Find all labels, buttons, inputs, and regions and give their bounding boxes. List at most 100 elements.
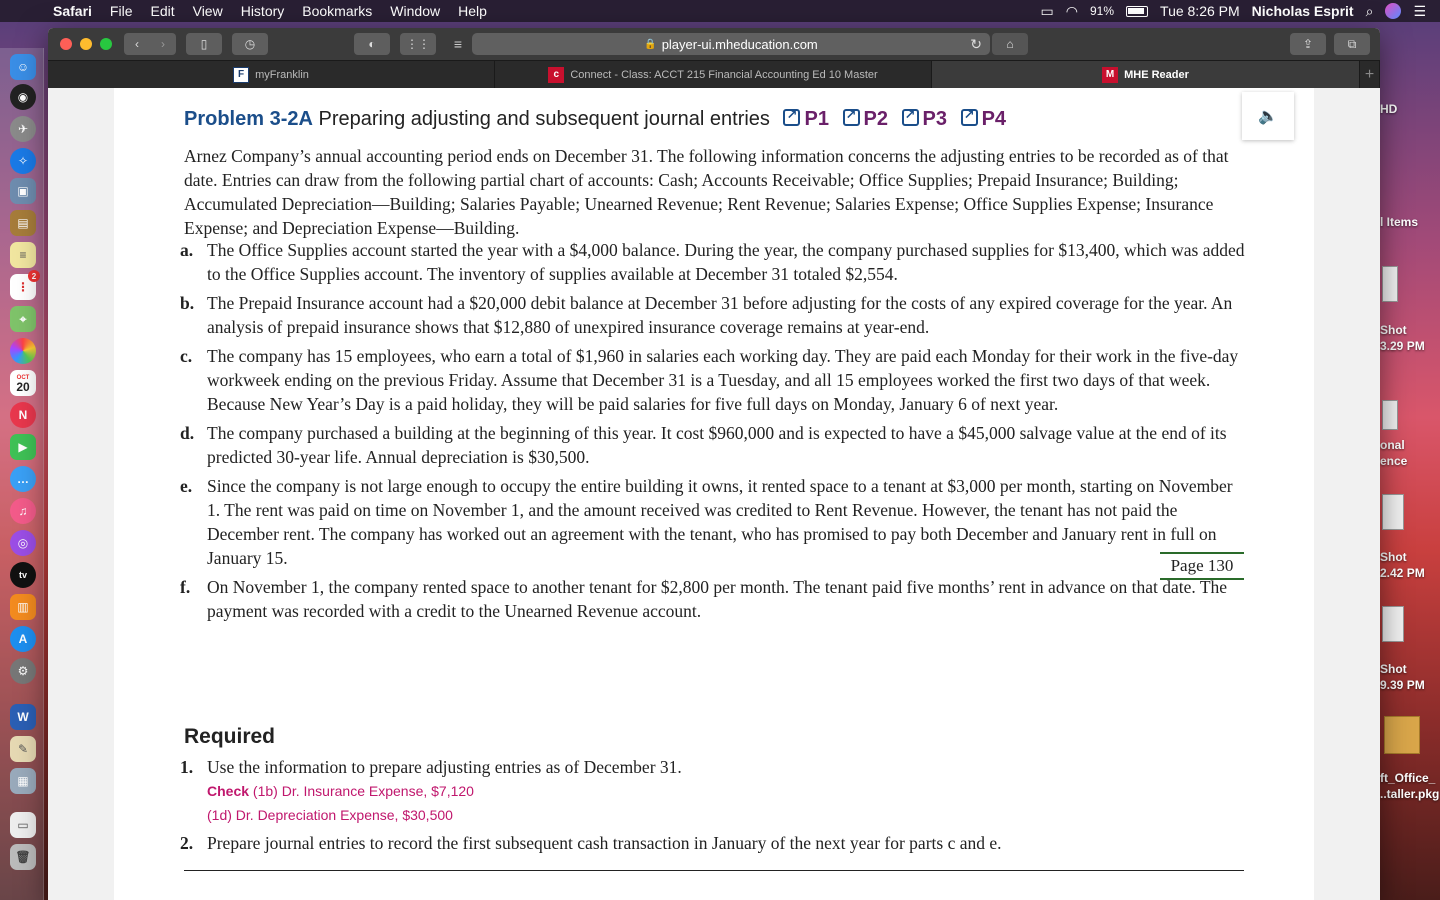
read-aloud-speaker-icon[interactable]: 🔈 <box>1242 92 1294 140</box>
external-link-icon[interactable] <box>842 107 860 126</box>
desktop-label-shot2[interactable]: Shot 2.42 PM <box>1380 549 1440 581</box>
siri-dock-icon[interactable]: ◉ <box>10 84 36 110</box>
problem-items: a. The Office Supplies account started t… <box>180 238 1250 628</box>
desktop-thumbnail[interactable] <box>1382 606 1404 642</box>
mhe-favicon: M <box>1102 66 1119 83</box>
app-store-icon[interactable]: A <box>10 626 36 652</box>
menu-edit[interactable]: Edit <box>141 0 183 22</box>
desktop-label-shot3[interactable]: Shot 9.39 PM <box>1380 661 1440 693</box>
problem-title: Problem 3-2A Preparing adjusting and sub… <box>184 107 1006 131</box>
privacy-extension-icon[interactable]: ◐ <box>354 33 390 55</box>
back-forward-buttons[interactable]: ‹ › <box>124 33 176 55</box>
problem-item-e: e. Since the company is not large enough… <box>180 476 1233 568</box>
safari-dock-icon[interactable]: ✧ <box>10 148 36 174</box>
close-window-button[interactable] <box>60 38 72 50</box>
spotlight-search-icon[interactable]: ⌕ <box>1366 3 1374 20</box>
notes-icon[interactable]: ≡ <box>10 242 36 268</box>
news-icon[interactable]: N <box>10 402 36 428</box>
problem-item-f: f. On November 1, the company rented spa… <box>180 577 1228 621</box>
clock[interactable]: Tue 8:26 PM <box>1160 3 1240 19</box>
reader-view-icon[interactable]: ≡ <box>446 33 470 55</box>
preview-icon[interactable]: ▣ <box>10 178 36 204</box>
lo-link-p1[interactable]: P1 <box>804 108 828 130</box>
music-icon[interactable]: ♫ <box>10 498 36 524</box>
documents-folder-icon[interactable]: ▭ <box>10 812 36 838</box>
desktop-label-items[interactable]: l Items <box>1380 214 1440 230</box>
image-capture-icon[interactable]: ▦ <box>10 768 36 794</box>
menu-history[interactable]: History <box>232 0 294 22</box>
tab-connect[interactable]: c Connect - Class: ACCT 215 Financial Ac… <box>495 61 932 88</box>
reminders-icon[interactable]: ⋮ 2 <box>10 270 40 300</box>
user-name[interactable]: Nicholas Esprit <box>1252 3 1354 19</box>
tv-icon[interactable]: tv <box>10 562 36 588</box>
problem-item-d: d. The company purchased a building at t… <box>180 423 1227 467</box>
extension-grid-icon[interactable]: ⋮⋮ <box>400 33 436 55</box>
launchpad-icon[interactable]: ✈ <box>10 116 36 142</box>
wifi-icon[interactable]: ◠ <box>1066 3 1078 20</box>
external-link-icon[interactable] <box>960 107 978 126</box>
word-icon[interactable]: W <box>10 704 36 730</box>
lo-link-p3[interactable]: P3 <box>923 108 947 130</box>
problem-intro: Arnez Company’s annual accounting period… <box>184 146 1229 238</box>
desktop-label-hd[interactable]: HD <box>1380 101 1440 117</box>
facetime-icon[interactable]: ▶ <box>10 434 36 460</box>
tab-mhe-reader[interactable]: M MHE Reader <box>932 61 1360 88</box>
menu-help[interactable]: Help <box>449 0 496 22</box>
trash-icon[interactable]: 🗑 <box>10 844 36 870</box>
home-button[interactable]: ⌂ <box>992 33 1028 55</box>
forward-icon[interactable]: › <box>150 37 176 51</box>
required-item-1: 1. Use the information to prepare adjust… <box>180 757 682 777</box>
menu-bookmarks[interactable]: Bookmarks <box>293 0 381 22</box>
books-icon[interactable]: ▥ <box>10 594 36 620</box>
desktop-thumbnail[interactable] <box>1382 494 1404 530</box>
desktop-label-shot1[interactable]: Shot 3.29 PM <box>1380 322 1440 354</box>
new-tab-button[interactable]: + <box>1360 61 1380 88</box>
menu-view[interactable]: View <box>184 0 232 22</box>
myfranklin-favicon: F <box>233 66 250 83</box>
external-link-icon[interactable] <box>901 107 919 126</box>
reload-icon[interactable]: ↻ <box>970 36 982 53</box>
airplay-icon[interactable]: ▭ <box>1041 3 1054 20</box>
package-icon[interactable] <box>1384 716 1420 754</box>
lo-link-p2[interactable]: P2 <box>864 108 888 130</box>
required-heading: Required <box>184 725 276 748</box>
menu-app-safari[interactable]: Safari <box>44 0 101 22</box>
tab-overview-button[interactable]: ⧉ <box>1334 33 1370 55</box>
problem-number: Problem 3-2A <box>184 108 313 130</box>
sidebar-toggle-button[interactable]: ▯ <box>186 33 222 55</box>
notification-center-icon[interactable]: ☰ <box>1413 3 1426 20</box>
desktop-label-office[interactable]: ft_Office_ ..taller.pkg <box>1380 770 1440 802</box>
menu-file[interactable]: File <box>101 0 142 22</box>
contacts-icon[interactable]: ▤ <box>10 210 36 236</box>
tab-myfranklin[interactable]: F myFranklin <box>48 61 495 88</box>
calendar-icon[interactable]: OCT 20 <box>10 370 36 396</box>
calendar-day: 20 <box>16 380 30 394</box>
fullscreen-window-button[interactable] <box>100 38 112 50</box>
textedit-icon[interactable]: ✎ <box>10 736 36 762</box>
address-bar[interactable]: 🔒 player-ui.mheducation.com ↻ <box>472 33 990 55</box>
problem-item-b: b. The Prepaid Insurance account had a $… <box>180 293 1233 337</box>
lock-icon: 🔒 <box>644 38 657 50</box>
messages-icon[interactable]: … <box>10 466 36 492</box>
desktop-thumbnail[interactable] <box>1382 400 1398 430</box>
share-button[interactable]: ⇪ <box>1290 33 1326 55</box>
history-button[interactable]: ◷ <box>232 33 268 55</box>
page-number-marker: Page 130 <box>1160 552 1244 580</box>
dock: ☺ ◉ ✈ ✧ ▣ ▤ ≡ ⋮ 2 ⌖ OCT 20 N ▶ … ♫ ◎ tv … <box>0 48 44 900</box>
podcasts-icon[interactable]: ◎ <box>10 530 36 556</box>
maps-icon[interactable]: ⌖ <box>10 306 36 332</box>
section-divider <box>184 870 1244 871</box>
battery-icon[interactable] <box>1126 5 1149 17</box>
menu-bar: Safari File Edit View History Bookmarks … <box>0 0 1440 22</box>
photos-icon[interactable] <box>10 338 36 364</box>
system-preferences-icon[interactable]: ⚙ <box>10 658 36 684</box>
desktop-label-onal[interactable]: onal ence <box>1380 437 1440 469</box>
lo-link-p4[interactable]: P4 <box>982 108 1006 130</box>
finder-icon[interactable]: ☺ <box>10 54 36 80</box>
menu-window[interactable]: Window <box>381 0 449 22</box>
siri-icon[interactable] <box>1385 3 1402 19</box>
minimize-window-button[interactable] <box>80 38 92 50</box>
external-link-icon[interactable] <box>783 107 801 126</box>
back-icon[interactable]: ‹ <box>124 37 150 51</box>
desktop-thumbnail[interactable] <box>1382 266 1398 302</box>
